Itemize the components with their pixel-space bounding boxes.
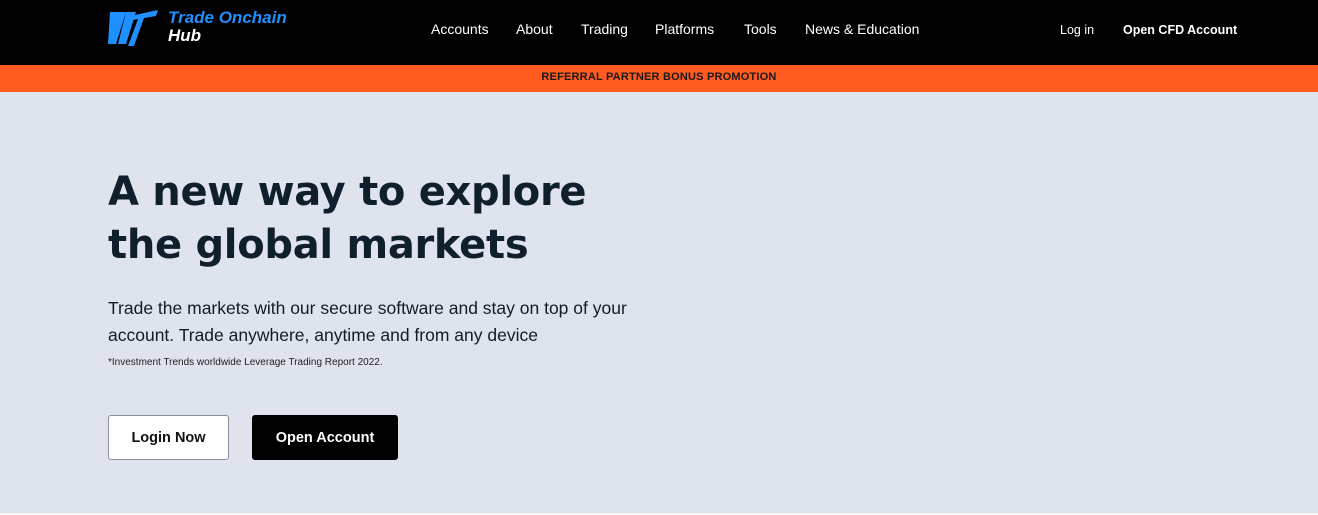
main-nav: Accounts About Trading Platforms Tools N… [0,0,1318,62]
hero-title-line2: the global markets [108,222,529,268]
hero-subtitle: Trade the markets with our secure softwa… [108,295,648,349]
nav-item-tools[interactable]: Tools [744,21,777,37]
login-link[interactable]: Log in [1060,23,1094,37]
open-cfd-account-link[interactable]: Open CFD Account [1123,23,1237,37]
hero-subtitle-line2: account. Trade anywhere, anytime and fro… [108,325,538,345]
hero-title-line1: A new way to explore [108,169,587,215]
login-now-button[interactable]: Login Now [108,415,229,460]
promo-banner[interactable]: REFERRAL PARTNER BONUS PROMOTION [0,65,1318,92]
top-navigation-bar: Trade Onchain Hub Accounts About Trading… [0,0,1318,65]
nav-item-platforms[interactable]: Platforms [655,21,714,37]
nav-item-trading[interactable]: Trading [581,21,628,37]
hero-title: A new way to explore the global markets [108,166,708,272]
hero-footnote: *Investment Trends worldwide Leverage Tr… [108,357,383,368]
hero-subtitle-line1: Trade the markets with our secure softwa… [108,298,627,318]
open-account-button[interactable]: Open Account [252,415,398,460]
nav-item-news-education[interactable]: News & Education [805,21,919,37]
nav-item-about[interactable]: About [516,21,553,37]
nav-item-accounts[interactable]: Accounts [431,21,489,37]
